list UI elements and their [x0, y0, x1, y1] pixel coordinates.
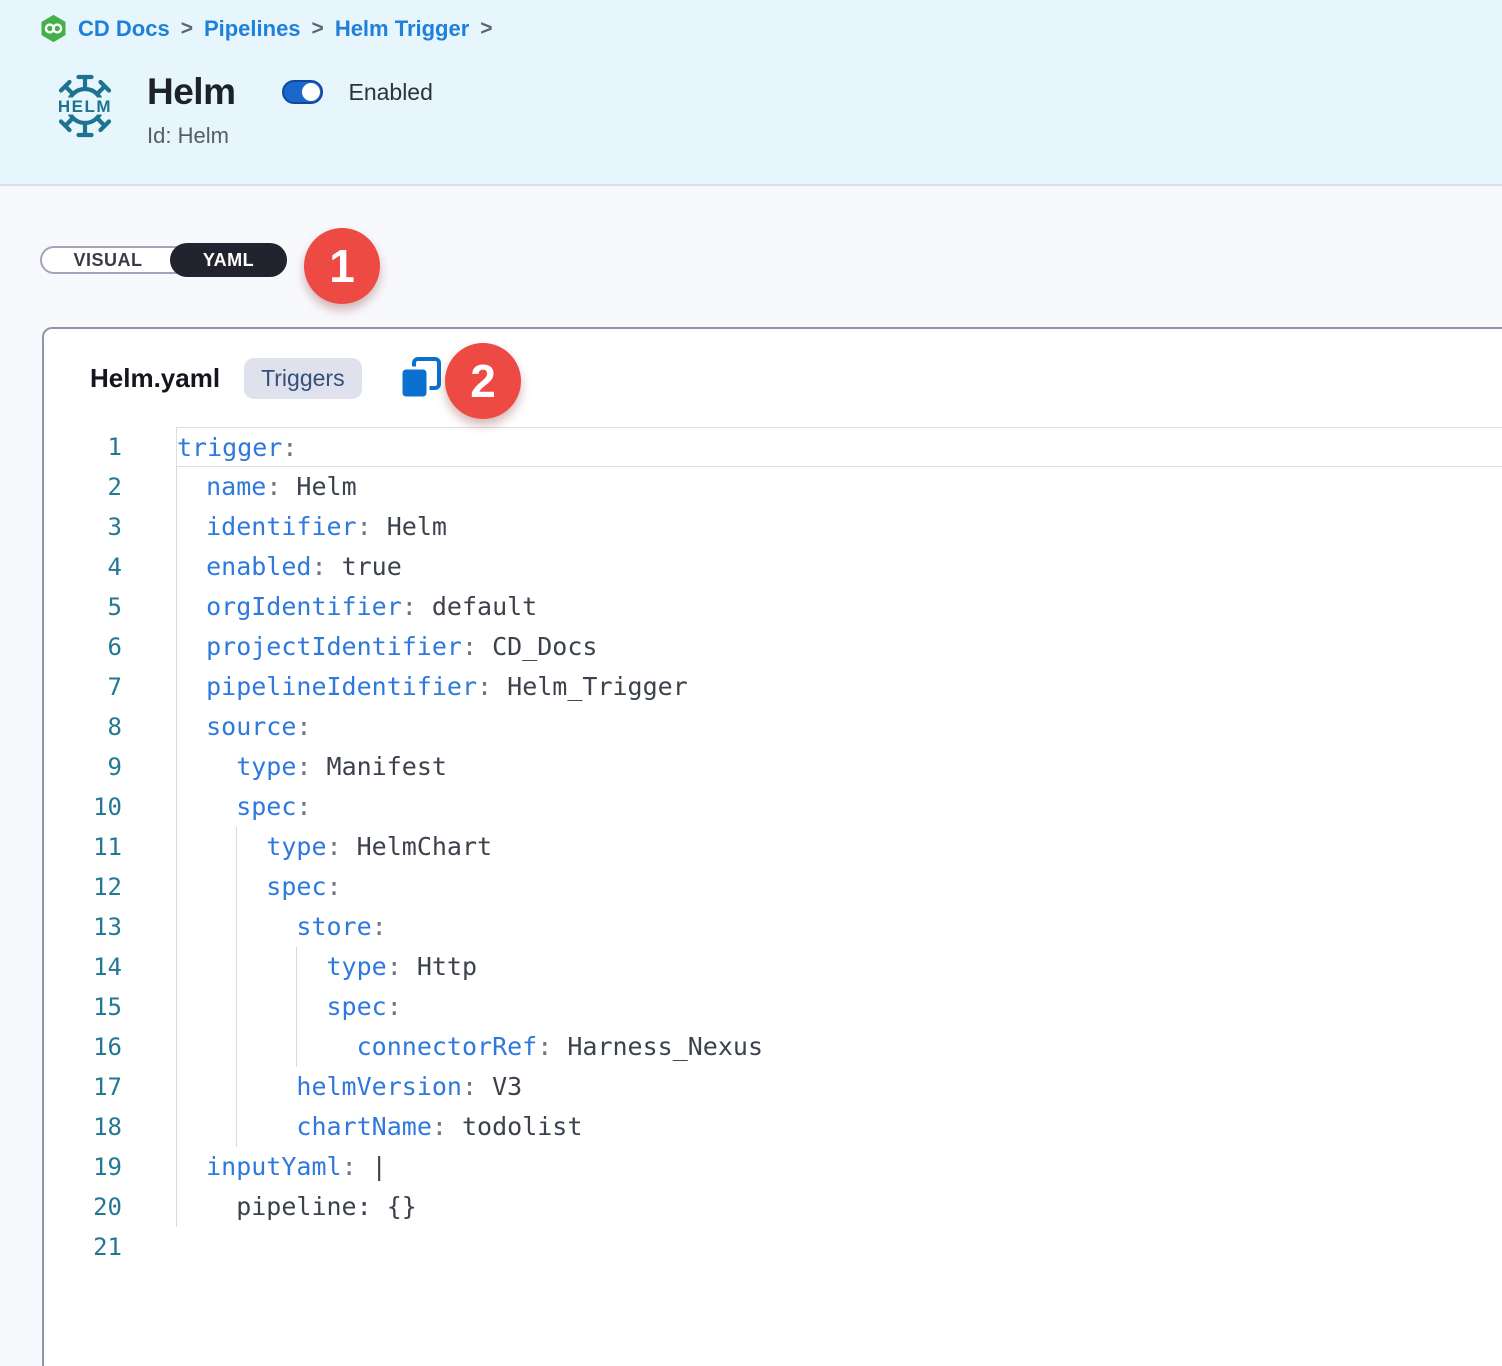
- code-line[interactable]: 20 pipeline: {}: [44, 1187, 1502, 1227]
- code-line[interactable]: 1 trigger:: [44, 427, 1502, 467]
- code-line-content[interactable]: [176, 1227, 1502, 1267]
- code-line[interactable]: 6 projectIdentifier: CD_Docs: [44, 627, 1502, 667]
- code-line-content[interactable]: spec:: [176, 867, 1502, 907]
- triggers-badge: Triggers: [244, 358, 362, 399]
- code-line-content[interactable]: type: Http: [176, 947, 1502, 987]
- code-line-content[interactable]: pipeline: {}: [176, 1187, 1502, 1227]
- enabled-toggle[interactable]: [282, 80, 323, 104]
- page-header: CD Docs > Pipelines > Helm Trigger > HEL: [0, 0, 1502, 186]
- line-number[interactable]: 20: [44, 1187, 122, 1227]
- line-number[interactable]: 2: [44, 467, 122, 507]
- toggle-label: Enabled: [348, 79, 432, 106]
- code-line[interactable]: 11 type: HelmChart: [44, 827, 1502, 867]
- code-line[interactable]: 3 identifier: Helm: [44, 507, 1502, 547]
- line-number[interactable]: 14: [44, 947, 122, 987]
- line-number[interactable]: 21: [44, 1227, 122, 1267]
- code-line-content[interactable]: enabled: true: [176, 547, 1502, 587]
- code-line[interactable]: 15 spec:: [44, 987, 1502, 1027]
- code-line-content[interactable]: type: HelmChart: [176, 827, 1502, 867]
- line-number[interactable]: 8: [44, 707, 122, 747]
- file-name: Helm.yaml: [90, 363, 220, 394]
- code-line-content[interactable]: connectorRef: Harness_Nexus: [176, 1027, 1502, 1067]
- code-line-content[interactable]: inputYaml: |: [176, 1147, 1502, 1187]
- code-line[interactable]: 9 type: Manifest: [44, 747, 1502, 787]
- trigger-id: Id: Helm: [147, 123, 433, 149]
- line-number[interactable]: 5: [44, 587, 122, 627]
- tab-visual[interactable]: VISUAL: [42, 248, 174, 272]
- view-mode-switch: VISUAL YAML: [40, 246, 287, 274]
- code-line[interactable]: 8 source:: [44, 707, 1502, 747]
- code-line[interactable]: 14 type: Http: [44, 947, 1502, 987]
- code-line[interactable]: 10 spec:: [44, 787, 1502, 827]
- page-title: Helm: [147, 71, 235, 113]
- breadcrumb: CD Docs > Pipelines > Helm Trigger >: [40, 0, 1502, 42]
- line-number[interactable]: 17: [44, 1067, 122, 1107]
- code-line-content[interactable]: name: Helm: [176, 467, 1502, 507]
- svg-text:HELM: HELM: [58, 97, 112, 116]
- line-number[interactable]: 16: [44, 1027, 122, 1067]
- callout-step-1: 1: [304, 228, 380, 304]
- line-number[interactable]: 1: [44, 427, 122, 467]
- code-line-content[interactable]: orgIdentifier: default: [176, 587, 1502, 627]
- breadcrumb-separator: >: [181, 17, 193, 41]
- breadcrumb-link-project[interactable]: CD Docs: [78, 16, 170, 42]
- line-number[interactable]: 11: [44, 827, 122, 867]
- code-line[interactable]: 2 name: Helm: [44, 467, 1502, 507]
- code-line-content[interactable]: pipelineIdentifier: Helm_Trigger: [176, 667, 1502, 707]
- cd-module-icon: [40, 15, 67, 42]
- line-number[interactable]: 9: [44, 747, 122, 787]
- code-line[interactable]: 5 orgIdentifier: default: [44, 587, 1502, 627]
- breadcrumb-separator: >: [480, 17, 492, 41]
- line-number[interactable]: 13: [44, 907, 122, 947]
- line-number[interactable]: 12: [44, 867, 122, 907]
- line-number[interactable]: 18: [44, 1107, 122, 1147]
- code-line[interactable]: 17 helmVersion: V3: [44, 1067, 1502, 1107]
- yaml-editor-panel: Helm.yaml Triggers 1 trigger: 2 name: He…: [42, 327, 1502, 1366]
- line-number[interactable]: 7: [44, 667, 122, 707]
- code-line[interactable]: 13 store:: [44, 907, 1502, 947]
- code-line-content[interactable]: source:: [176, 707, 1502, 747]
- line-number[interactable]: 15: [44, 987, 122, 1027]
- code-line[interactable]: 12 spec:: [44, 867, 1502, 907]
- code-line[interactable]: 16 connectorRef: Harness_Nexus: [44, 1027, 1502, 1067]
- code-line-content[interactable]: identifier: Helm: [176, 507, 1502, 547]
- code-line-content[interactable]: chartName: todolist: [176, 1107, 1502, 1147]
- code-line-content[interactable]: projectIdentifier: CD_Docs: [176, 627, 1502, 667]
- tab-yaml[interactable]: YAML: [170, 243, 287, 277]
- line-number[interactable]: 19: [44, 1147, 122, 1187]
- breadcrumb-separator: >: [312, 17, 324, 41]
- toggle-knob: [302, 83, 320, 101]
- code-line-content[interactable]: helmVersion: V3: [176, 1067, 1502, 1107]
- code-line[interactable]: 21: [44, 1227, 1502, 1267]
- breadcrumb-link-pipelines[interactable]: Pipelines: [204, 16, 301, 42]
- breadcrumb-link-trigger[interactable]: Helm Trigger: [335, 16, 469, 42]
- code-line-content[interactable]: trigger:: [176, 427, 1502, 467]
- yaml-editor[interactable]: 1 trigger: 2 name: Helm 3 identifier: He…: [44, 427, 1502, 1267]
- code-line-content[interactable]: type: Manifest: [176, 747, 1502, 787]
- callout-step-2: 2: [445, 343, 521, 419]
- line-number[interactable]: 6: [44, 627, 122, 667]
- code-line[interactable]: 4 enabled: true: [44, 547, 1502, 587]
- code-line[interactable]: 7 pipelineIdentifier: Helm_Trigger: [44, 667, 1502, 707]
- line-number[interactable]: 3: [44, 507, 122, 547]
- code-line-content[interactable]: store:: [176, 907, 1502, 947]
- code-line-content[interactable]: spec:: [176, 987, 1502, 1027]
- line-number[interactable]: 10: [44, 787, 122, 827]
- code-line[interactable]: 18 chartName: todolist: [44, 1107, 1502, 1147]
- editor-header: Helm.yaml Triggers: [44, 329, 1502, 427]
- code-line[interactable]: 19 inputYaml: |: [44, 1147, 1502, 1187]
- code-line-content[interactable]: spec:: [176, 787, 1502, 827]
- helm-logo: HELM: [55, 71, 115, 143]
- trigger-header: HELM Helm Enabled Id: Helm: [40, 71, 1502, 149]
- copy-button[interactable]: [398, 356, 444, 401]
- copy-icon: [398, 389, 444, 404]
- line-number[interactable]: 4: [44, 547, 122, 587]
